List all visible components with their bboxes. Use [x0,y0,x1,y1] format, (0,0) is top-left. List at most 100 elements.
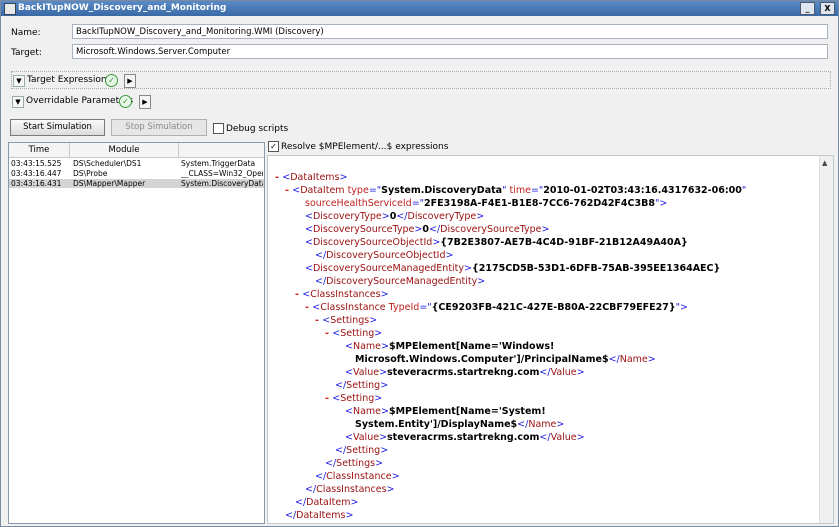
row-time: 03:43:15.525 [11,159,62,168]
xml-tag: Name [352,406,381,417]
column-header-module[interactable]: Module [70,143,179,157]
title-bar: BackITupNOW_Discovery_and_Monitoring _ X [1,1,838,16]
xml-line: </Setting> [335,445,389,456]
table-row[interactable]: 03:43:16.447 DS\Probe __CLASS=Win32_Oper [9,169,264,178]
xml-tag: Value [352,432,380,443]
xml-line: </DataItem> [295,497,359,508]
xml-text: $MPElement[Name='Windows! [388,341,555,352]
xml-tag: Settings [336,458,376,469]
row-time: 03:43:16.431 [11,179,62,188]
xml-line: - <Setting> [325,328,383,339]
xml-tag: Setting [340,393,375,404]
xml-tag: ClassInstance [320,302,386,313]
xml-line: <Value>steveracrms.startrekng.com</Value… [345,367,585,378]
xml-tag: Name [352,341,381,352]
xml-tag: Setting [346,380,381,391]
start-simulation-button[interactable]: Start Simulation [10,119,105,136]
xml-attr-value: {CE9203FB-421C-427E-B80A-22CBF79EFE27} [431,302,676,313]
chevron-down-icon[interactable]: ▼ [12,96,24,108]
xml-line: </ClassInstances> [305,484,395,495]
chevron-down-icon[interactable]: ▼ [13,75,25,87]
xml-tag: DiscoveryType [407,211,477,222]
xml-line: - <ClassInstance TypeId="{CE9203FB-421C-… [305,302,688,313]
xml-line: - <DataItem type="System.DiscoveryData" … [285,185,747,196]
resolve-expressions-checkbox[interactable]: ✓ [268,141,279,152]
xml-line: </Settings> [325,458,384,469]
xml-line: sourceHealthServiceId="2FE3198A-F4E1-B1E… [305,198,668,209]
row-type: __CLASS=Win32_Oper [181,169,263,178]
xml-tag: DataItem [300,185,345,196]
table-row[interactable]: 03:43:15.525 DS\Scheduler\DS1 System.Tri… [9,159,264,168]
xml-line: <DiscoveryType>0</DiscoveryType> [305,211,485,222]
xml-attr: time [509,185,531,196]
xml-tag: DiscoverySourceManagedEntity [326,276,478,287]
simulation-window: BackITupNOW_Discovery_and_Monitoring _ X… [0,0,839,527]
xml-attr: type [347,185,369,196]
xml-tag: Name [528,419,557,430]
xml-line: <Name>$MPElement[Name='Windows! [345,341,555,352]
check-ok-icon: ✓ [119,95,132,108]
xml-text: steveracrms.startrekng.com [387,367,540,378]
xml-line: System.Entity']/DisplayName$</Name> [355,419,565,430]
xml-line: </DiscoverySourceObjectId> [315,250,454,261]
target-label: Target: [11,48,42,58]
xml-tag: Value [550,367,577,378]
stop-simulation-button[interactable]: Stop Simulation [111,119,207,136]
xml-text: {7B2E3807-AE7B-4C4D-91BF-21B12A49A40A} [440,237,688,248]
xml-tag: DiscoverySourceObjectId [326,250,446,261]
xml-tag: ClassInstances [316,484,387,495]
xml-tag: Setting [340,328,375,339]
target-field[interactable]: Microsoft.Windows.Server.Computer [72,44,828,59]
vertical-scrollbar[interactable]: ▲ [819,156,833,523]
row-type: System.DiscoveryData [181,179,263,188]
close-button[interactable]: X [820,2,835,15]
row-module: DS\Probe [73,169,108,178]
xml-tag: Value [352,367,380,378]
list-header: Time Module [9,143,264,158]
xml-tag: DataItems [290,172,340,183]
xml-line: <DiscoverySourceType>0</DiscoverySourceT… [305,224,550,235]
xml-attr-value: 2010-01-02T03:43:16.4317632-06:00 [543,185,742,196]
name-label: Name: [11,28,41,38]
target-expressions-group: ▼ Target Expressions ✓ ▶ [11,71,831,89]
xml-line: - <ClassInstances> [295,289,389,300]
xml-tag: Name [619,354,648,365]
xml-tag: Value [550,432,577,443]
table-row-selected[interactable]: 03:43:16.431 DS\Mapper\Mapper System.Dis… [9,179,264,188]
xml-tag: DataItems [296,510,346,521]
xml-line: </DiscoverySourceManagedEntity> [315,276,486,287]
xml-attr-value: System.DiscoveryData [381,185,503,196]
xml-line: <DiscoverySourceManagedEntity>{2175CD5B-… [305,263,721,274]
xml-line: </DataItems> [285,510,354,521]
xml-tag: Settings [330,315,370,326]
trace-list: Time Module 03:43:15.525 DS\Scheduler\DS… [8,142,265,524]
xml-line: Microsoft.Windows.Computer']/PrincipalNa… [355,354,656,365]
xml-line: - <Settings> [315,315,378,326]
xml-text: $MPElement[Name='System! [388,406,546,417]
xml-text: {2175CD5B-53D1-6DFB-75AB-395EE1364AEC} [472,263,721,274]
name-field[interactable]: BackITupNOW_Discovery_and_Monitoring.WMI… [72,24,828,39]
debug-scripts-checkbox[interactable] [213,123,224,134]
xml-text: Microsoft.Windows.Computer']/PrincipalNa… [355,354,609,365]
xml-tag: ClassInstances [310,289,381,300]
xml-tag: DiscoverySourceType [440,224,542,235]
xml-attr: TypeId [388,302,420,313]
xml-text: 0 [422,224,429,235]
window-title: BackITupNOW_Discovery_and_Monitoring [18,3,227,13]
target-expressions-label: Target Expressions [27,75,112,85]
xml-viewer[interactable]: ▲ - <DataItems> - <DataItem type="System… [267,155,834,524]
xml-tag: DiscoverySourceManagedEntity [312,263,465,274]
resolve-expressions-label: Resolve $MPElement/...$ expressions [281,142,449,152]
expand-arrow-button[interactable]: ▶ [139,95,151,109]
xml-line: <Name>$MPElement[Name='System! [345,406,546,417]
column-header-data[interactable] [179,143,264,157]
xml-line: <Value>steveracrms.startrekng.com</Value… [345,432,585,443]
xml-line: </Setting> [335,380,389,391]
xml-tag: DiscoveryType [312,211,382,222]
expand-arrow-button[interactable]: ▶ [124,74,136,88]
minimize-button[interactable]: _ [800,2,815,15]
column-header-time[interactable]: Time [9,143,70,157]
row-module: DS\Scheduler\DS1 [73,159,142,168]
scroll-up-icon[interactable]: ▲ [822,159,827,167]
xml-line: - <DataItems> [275,172,348,183]
